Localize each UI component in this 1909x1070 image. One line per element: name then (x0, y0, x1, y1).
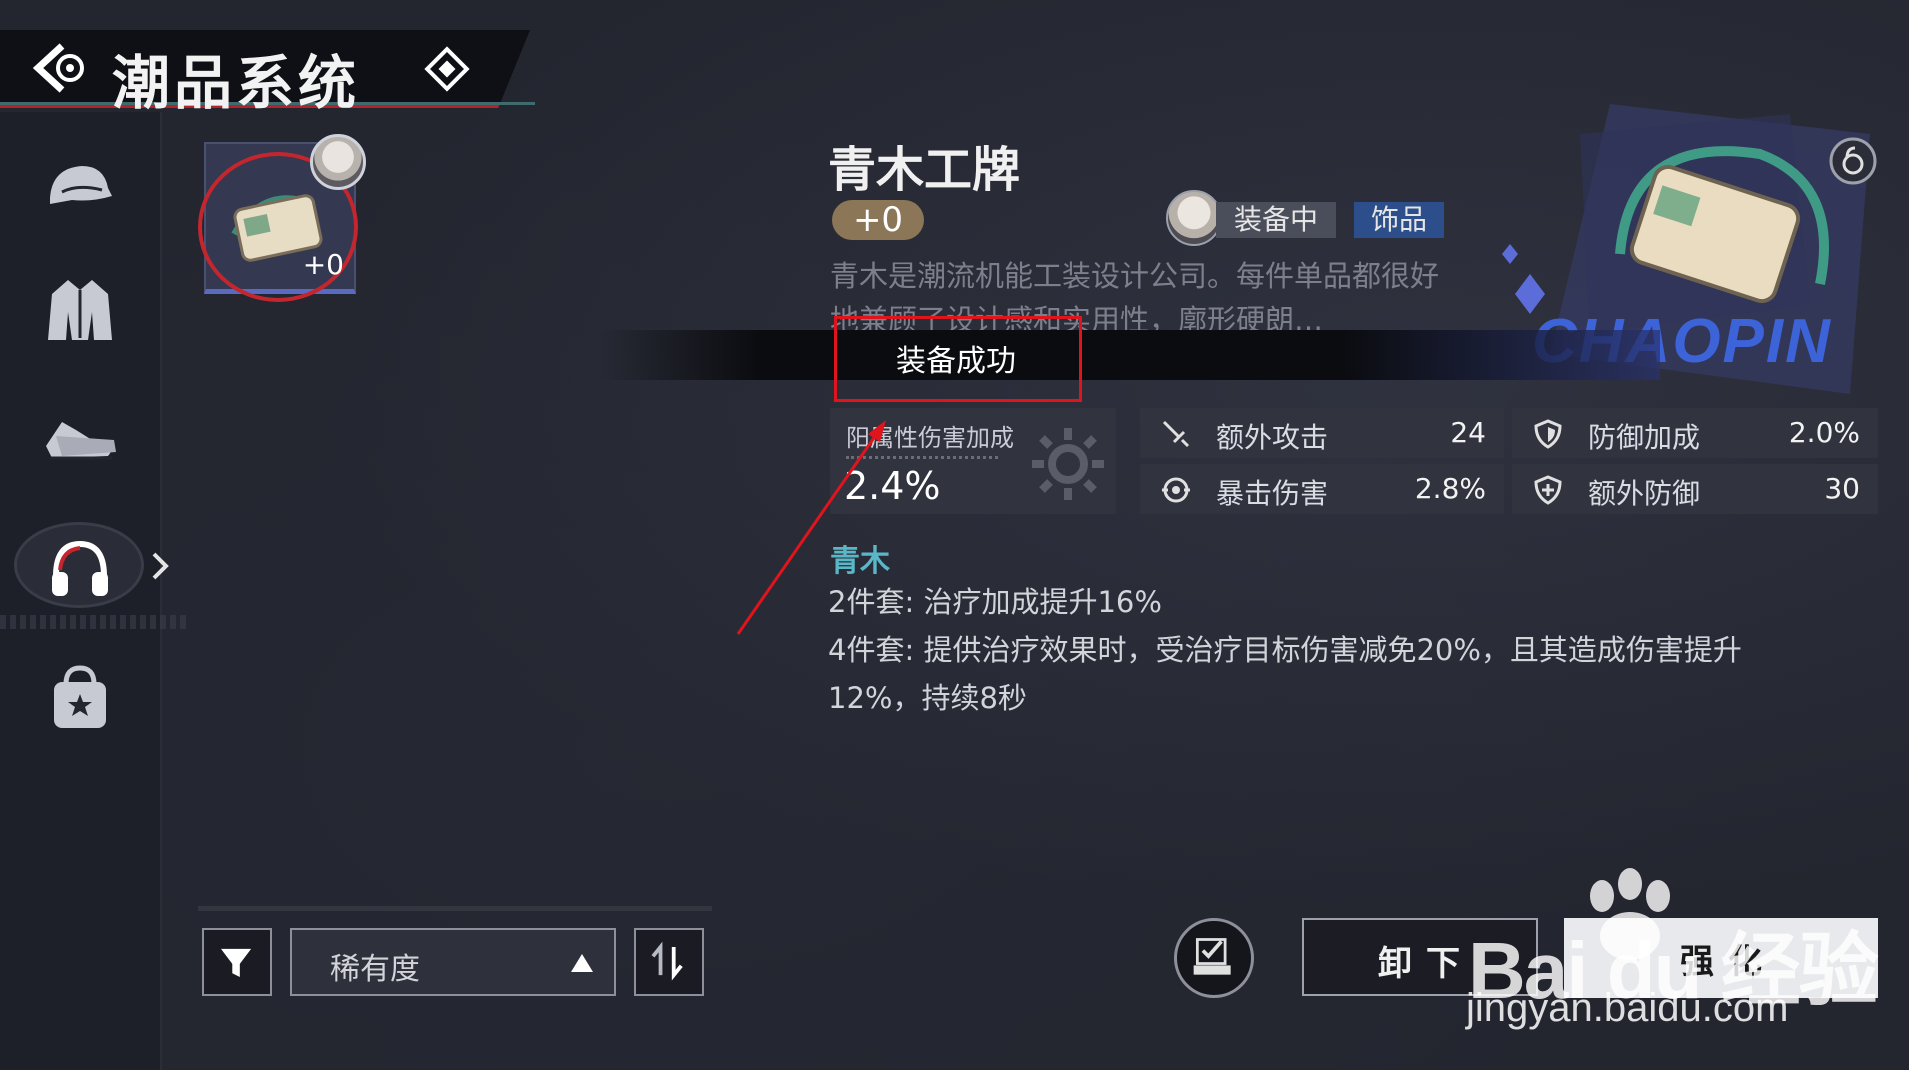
watermark-url: jingyan.baidu.com (1466, 986, 1789, 1030)
main-stat-value: 2.4% (844, 464, 941, 508)
filter-icon (221, 948, 252, 978)
type-badge: 饰品 (1354, 202, 1444, 238)
main-stat-panel: 阳属性伤害加成 2.4% (830, 408, 1116, 514)
sort-select-label: 稀有度 (330, 952, 420, 987)
bag-icon[interactable] (42, 660, 118, 736)
triangle-up-icon (571, 954, 593, 972)
crit-icon (1162, 477, 1190, 503)
main-stat-label: 阳属性伤害加成 (846, 424, 1014, 452)
shield-plus-icon (1534, 475, 1562, 505)
divider (846, 456, 998, 459)
sort-order-button[interactable] (634, 928, 704, 996)
sub-stat-label: 额外防御 (1588, 477, 1701, 510)
jacket-icon[interactable] (42, 272, 118, 348)
item-name: 青木工牌 (828, 142, 1021, 198)
avatar (310, 134, 366, 190)
back-icon[interactable] (28, 40, 92, 96)
sun-icon (1032, 428, 1104, 500)
diamond-icon[interactable] (424, 46, 470, 92)
sub-stat-value: 24 (1450, 416, 1486, 449)
set-bonus-2: 2件套: 治疗加成提升16% (828, 585, 1162, 619)
sub-stat-value: 30 (1824, 472, 1860, 505)
sidebar-divider (0, 615, 190, 629)
set-name: 青木 (830, 544, 890, 579)
headphones-icon[interactable] (42, 530, 118, 606)
sort-select[interactable]: 稀有度 (290, 928, 616, 996)
item-level-badge: +0 (832, 200, 924, 240)
set-bonus-4-line2: 12%，持续8秒 (828, 681, 1027, 715)
sub-stat-label: 防御加成 (1588, 421, 1701, 454)
sub-stat-row: 暴击伤害 2.8% (1140, 464, 1504, 514)
sub-stat-value: 2.8% (1414, 472, 1486, 505)
filter-button[interactable] (202, 928, 272, 996)
sword-icon (1162, 420, 1190, 448)
lock-icon[interactable] (1828, 136, 1878, 186)
checklist-icon (1193, 938, 1231, 975)
shield-icon (1534, 419, 1562, 449)
sub-stat-label: 额外攻击 (1216, 421, 1329, 454)
sub-stat-row: 防御加成 2.0% (1512, 408, 1878, 458)
equipped-item-card[interactable]: +0 (198, 134, 366, 302)
sort-order-icon (651, 941, 683, 981)
sub-stat-value: 2.0% (1788, 416, 1860, 449)
preset-button[interactable] (1174, 918, 1254, 998)
toast-bar (600, 330, 1660, 380)
sub-stat-row: 额外防御 30 (1512, 464, 1878, 514)
chevron-right-icon (152, 552, 169, 580)
sneakers-icon[interactable] (42, 400, 118, 476)
sub-stat-row: 额外攻击 24 (1140, 408, 1504, 458)
sub-stat-label: 暴击伤害 (1216, 477, 1329, 510)
list-divider (198, 906, 712, 911)
status-badge: 装备中 (1216, 202, 1336, 238)
page-title: 潮品系统 (112, 49, 361, 117)
cap-icon[interactable] (42, 148, 118, 224)
equipped-by-avatar (1166, 190, 1222, 246)
item-card-level: +0 (302, 248, 344, 281)
unequip-button-label: 卸下 (1378, 944, 1474, 984)
set-bonus-4-line1: 4件套: 提供治疗效果时，受治疗目标伤害减免20%，且其造成伤害提升 (828, 633, 1742, 667)
annotation-highlight-box (834, 316, 1082, 402)
